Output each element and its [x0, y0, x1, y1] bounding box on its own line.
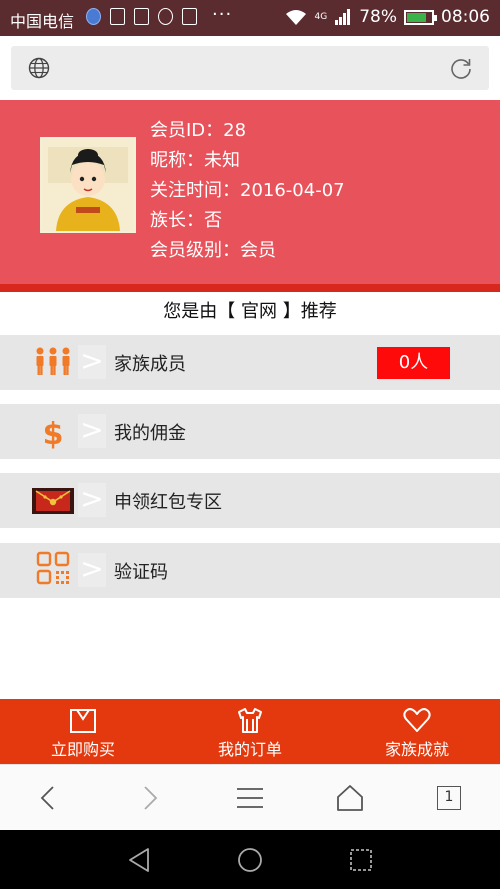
news-icon [182, 8, 197, 25]
notification-icons [86, 8, 197, 25]
menu-item-label: 家族成员 [114, 353, 186, 375]
chevron-right-icon: > [78, 414, 106, 448]
tabs-count-button[interactable]: 1 [437, 786, 461, 810]
shirt-icon [238, 708, 262, 733]
browser-toolbar: 1 [0, 764, 500, 831]
battery-icon [404, 9, 437, 25]
tab-label: 立即购买 [50, 740, 115, 759]
system-home-icon[interactable] [236, 846, 264, 874]
svg-text:$: $ [43, 417, 64, 451]
carrier-label: 中国电信 [10, 12, 75, 31]
menu-item-family-members[interactable]: > 家族成员 0人 [0, 335, 500, 390]
battery-percent: 78% [359, 7, 397, 27]
chevron-right-icon: > [78, 483, 106, 517]
profile-header: 会员ID：28 昵称：未知 关注时间：2016-04-07 族长：否 会员级别：… [0, 100, 500, 292]
app-notification-icon [86, 8, 101, 25]
system-back-icon[interactable] [126, 846, 154, 874]
dollar-icon: $ [43, 417, 64, 451]
member-info: 会员ID：28 昵称：未知 关注时间：2016-04-07 族长：否 会员级别：… [150, 116, 345, 266]
shopping-bag-icon [70, 709, 96, 733]
home-icon[interactable] [335, 783, 365, 813]
menu-item-verification-code[interactable]: > 验证码 [0, 543, 500, 598]
tab-family-achievement[interactable]: 家族成就 [334, 699, 500, 764]
member-level: 会员级别：会员 [150, 240, 276, 261]
reload-icon[interactable] [449, 56, 473, 80]
system-navigation-bar [0, 830, 500, 889]
chevron-right-icon: > [78, 345, 106, 379]
signal-icon [335, 9, 351, 25]
menu-item-label: 我的佣金 [114, 422, 186, 444]
menu-item-commission[interactable]: $ > 我的佣金 [0, 404, 500, 459]
browser-address-bar [0, 36, 500, 100]
patriarch-status: 族长：否 [150, 210, 222, 231]
tab-label: 我的订单 [217, 740, 282, 759]
red-envelope-icon [32, 488, 74, 514]
member-count-badge: 0人 [377, 347, 450, 379]
menu-item-label: 申领红包专区 [114, 491, 222, 513]
system-recents-icon[interactable] [347, 846, 375, 874]
bottom-tab-bar: 立即购买 我的订单 家族成就 [0, 699, 500, 764]
heart-icon [403, 708, 431, 732]
menu-item-label: 验证码 [114, 561, 168, 583]
menu-item-red-envelope[interactable]: > 申领红包专区 [0, 473, 500, 528]
tab-label: 家族成就 [384, 740, 449, 759]
wifi-icon [285, 10, 306, 25]
member-nickname: 昵称：未知 [150, 150, 240, 171]
people-icon [36, 347, 70, 375]
status-bar: 中国电信 ··· 4G 78% 08:06 [0, 0, 500, 36]
camera-icon [158, 8, 173, 25]
tab-my-orders[interactable]: 我的订单 [167, 699, 333, 764]
header-divider [0, 284, 500, 292]
avatar-illustration [42, 139, 134, 231]
tab-buy-now[interactable]: 立即购买 [0, 699, 166, 764]
clock: 08:06 [441, 7, 490, 27]
back-icon[interactable] [34, 783, 64, 813]
qr-code-icon [36, 551, 70, 585]
forward-icon[interactable] [134, 783, 164, 813]
member-id: 会员ID：28 [150, 120, 247, 141]
referrer-text: 您是由【 官网 】推荐 [163, 301, 337, 322]
image-icon [134, 8, 149, 25]
more-notifications-icon: ··· [212, 4, 233, 25]
avatar [40, 137, 136, 233]
menu-icon[interactable] [235, 783, 265, 813]
upload-icon [110, 8, 125, 25]
network-type: 4G [314, 11, 328, 22]
chevron-right-icon: > [78, 553, 106, 587]
url-input[interactable] [11, 46, 489, 90]
battery-fill [407, 12, 426, 22]
globe-icon [28, 57, 50, 79]
follow-time: 关注时间：2016-04-07 [150, 180, 345, 201]
